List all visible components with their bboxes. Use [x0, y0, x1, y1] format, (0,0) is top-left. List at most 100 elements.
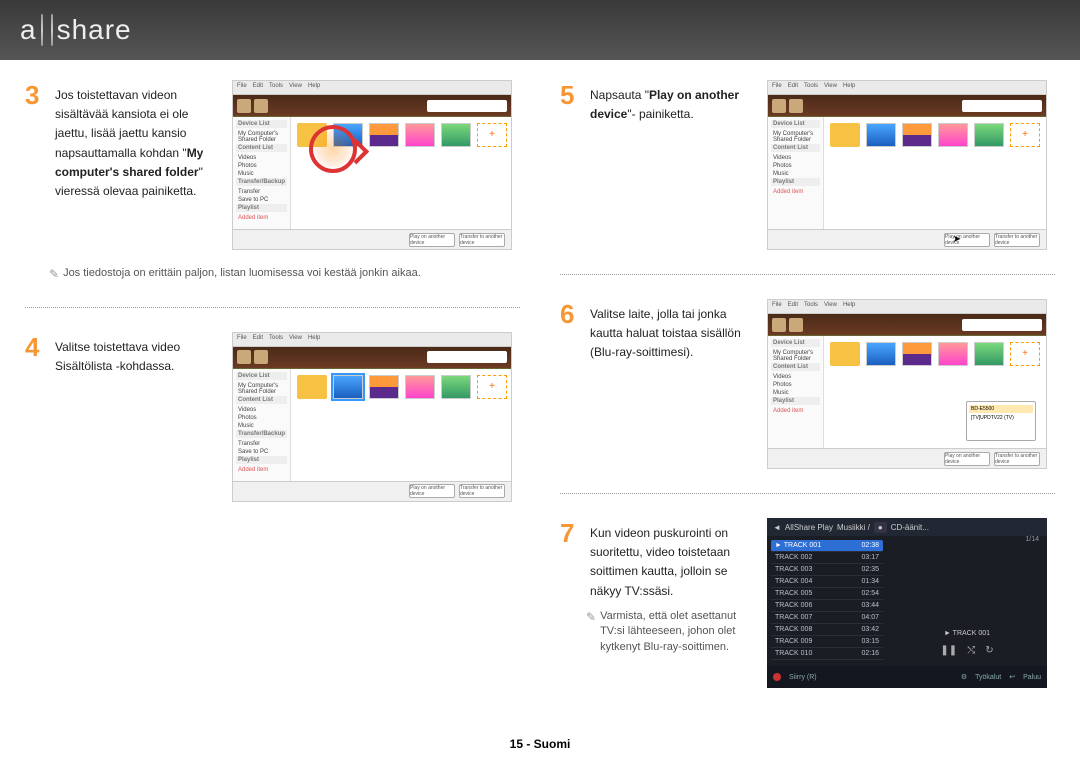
s5-c: "- painiketta. [627, 107, 693, 121]
thumb-sunset [369, 123, 399, 147]
t5-folder [830, 123, 860, 147]
player-breadcrumb: Musiikki / [837, 523, 870, 532]
s4-save: Save to PC [236, 448, 287, 456]
screenshot-step-3: File Edit Tools View Help Device List My… [232, 80, 512, 250]
brand-divider-2 [51, 14, 53, 46]
track-row-3: TRACK 00302:35 [771, 564, 883, 576]
s5-hdr-cont: Content List [771, 144, 820, 152]
t8-time: 03:42 [861, 626, 879, 633]
f6-transfer: Transfer to another device [994, 452, 1040, 466]
t9-name: TRACK 009 [775, 638, 812, 645]
m5-file: File [772, 83, 782, 92]
player-source: CD-äänit... [891, 523, 929, 532]
pause-icon: ❚❚ [940, 645, 957, 656]
m4-file: File [237, 335, 247, 344]
s6-shared: My Computer's Shared Folder [771, 349, 820, 363]
m4-tools: Tools [269, 335, 283, 344]
step-6-number: 6 [560, 299, 580, 363]
step-7: 7 Kun videon puskurointi on suoritettu, … [560, 518, 755, 655]
player-title: AllShare Play [785, 523, 833, 532]
foot-play: Play on another device [409, 233, 455, 247]
side-hdr-device: Device List [236, 120, 287, 128]
t6-time: 03:44 [861, 602, 879, 609]
step-5-number: 5 [560, 80, 580, 124]
s6-photos: Photos [771, 381, 820, 389]
t6-folder [830, 342, 860, 366]
t2-time: 03:17 [861, 554, 879, 561]
f6-play: Play on another device [944, 452, 990, 466]
note-icon-7: ✎ [586, 609, 596, 655]
s5-playlist: Added item [771, 188, 820, 196]
m6-view: View [824, 302, 837, 311]
t7-name: TRACK 007 [775, 614, 812, 621]
menu-help: Help [308, 83, 320, 92]
side-playlist-item: Added item [236, 214, 287, 222]
m4-help: Help [308, 335, 320, 344]
red-dot-icon [773, 673, 781, 681]
t1-name: ► TRACK 001 [775, 542, 821, 549]
tool-btn-2 [254, 99, 268, 113]
m4-edit: Edit [253, 335, 263, 344]
step-7-number: 7 [560, 518, 580, 655]
player-back-icon: ◄ [773, 523, 781, 532]
t4-search [427, 351, 507, 363]
step-4-text: Valitse toistettava video Sisältölista -… [55, 332, 220, 376]
shot-sidebar: Device List My Computer's Shared Folder … [233, 117, 291, 229]
thumb-green [441, 123, 471, 147]
t4-btn-1 [237, 350, 251, 364]
step-3-text-a: Jos toistettavan videon sisältävää kansi… [55, 88, 188, 160]
t5-btn-1 [772, 99, 786, 113]
step-7-note-text: Varmista, että olet asettanut TV:si läht… [600, 609, 755, 655]
footer-a: Siirry (R) [789, 674, 817, 681]
t5-name: TRACK 005 [775, 590, 812, 597]
s5-music: Music [771, 170, 820, 178]
note-icon: ✎ [49, 266, 59, 283]
t8-name: TRACK 008 [775, 626, 812, 633]
t6-add: + [1010, 342, 1040, 366]
t9-time: 03:15 [861, 638, 879, 645]
player-controls: ❚❚ ⤭ ↻ [940, 645, 993, 656]
s5-shared: My Computer's Shared Folder [771, 130, 820, 144]
thumb-add: + [477, 123, 507, 147]
m6-edit: Edit [788, 302, 798, 311]
t5-blue [866, 123, 896, 147]
cursor-icon: ➤ [953, 234, 961, 245]
page-number: 15 - Suomi [510, 737, 571, 751]
now-playing-label: ► TRACK 001 [944, 630, 990, 637]
t6-pink [938, 342, 968, 366]
track-row-7: TRACK 00704:07 [771, 612, 883, 624]
shot4-toolbar [233, 347, 511, 369]
m6-help: Help [843, 302, 855, 311]
s6-playlist: Added item [771, 407, 820, 415]
side-save: Save to PC [236, 196, 287, 204]
shot5-sidebar: Device List My Computer's Shared Folder … [768, 117, 824, 229]
side-hdr-transfer: Transfer/Backup [236, 178, 287, 186]
t5-add: + [1010, 123, 1040, 147]
highlight-circle-icon [309, 125, 357, 173]
left-column: 3 Jos toistettavan videon sisältävää kan… [25, 80, 520, 688]
tools-icon: ⚙ [961, 673, 967, 681]
shot5-menubar: File Edit Tools View Help [768, 81, 1046, 95]
tool-btn-1 [237, 99, 251, 113]
brand-a: a [20, 14, 37, 46]
screenshot-step-4: File Edit Tools View Help Device List My… [232, 332, 512, 502]
t5-pink [938, 123, 968, 147]
s4-photos: Photos [236, 414, 287, 422]
shot5-main: + [824, 117, 1046, 229]
player-count: 1/14 [1025, 536, 1039, 543]
t4-green [441, 375, 471, 399]
t10-name: TRACK 010 [775, 650, 812, 657]
f4-play: Play on another device [409, 484, 455, 498]
side-photos: Photos [236, 162, 287, 170]
side-hdr-playlist: Playlist [236, 204, 287, 212]
track-row-4: TRACK 00401:34 [771, 576, 883, 588]
s4-hdr-device: Device List [236, 372, 287, 380]
m5-help: Help [843, 83, 855, 92]
track-row-8: TRACK 008 03:42 [771, 624, 883, 636]
step-5-text: Napsauta "Play on another device"- paini… [590, 80, 755, 124]
popup-device-2: [TV]UPDTV22 (TV) [969, 414, 1033, 422]
player-tracklist: ► TRACK 00102:38 TRACK 00203:17 TRACK 00… [767, 536, 887, 666]
track-row-2: TRACK 00203:17 [771, 552, 883, 564]
step-6-text: Valitse laite, jolla tai jonka kautta ha… [590, 299, 755, 363]
m5-edit: Edit [788, 83, 798, 92]
